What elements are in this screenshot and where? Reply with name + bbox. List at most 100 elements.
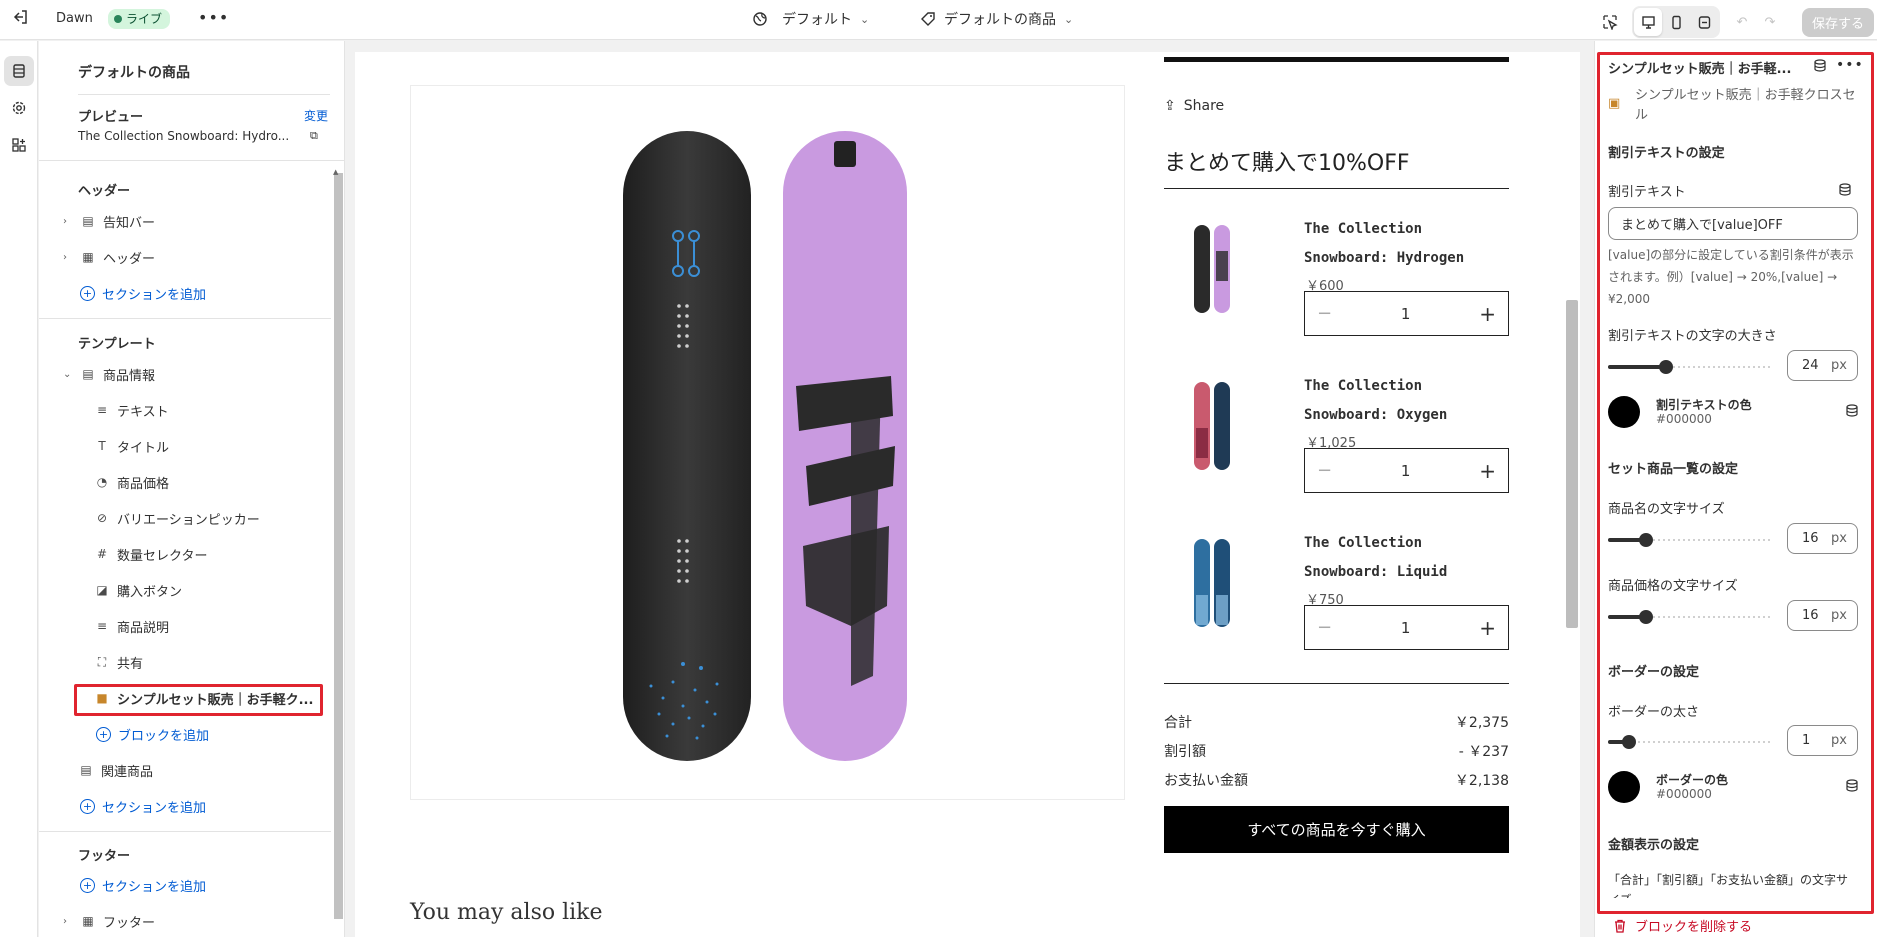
border-width-slider[interactable] (1608, 735, 1773, 749)
redo-icon[interactable]: ↷ (1756, 8, 1784, 36)
minus-icon[interactable]: − (1317, 460, 1332, 481)
summary-discount-row: 割引額 - ￥237 (1164, 741, 1509, 761)
minus-icon[interactable]: − (1317, 617, 1332, 638)
name-size-input[interactable]: 16 px (1787, 523, 1858, 554)
section-announcement-bar[interactable]: › ▤ 告知バー (63, 210, 155, 232)
buy-all-button[interactable]: すべての商品を今すぐ購入 (1164, 806, 1509, 853)
slider-handle[interactable] (1638, 610, 1653, 624)
add-section-footer[interactable]: + セクションを追加 (80, 874, 206, 896)
price-size-input[interactable]: 16 px (1787, 600, 1858, 631)
number-value[interactable]: 16 (1802, 608, 1819, 623)
block-description[interactable]: ≡ 商品説明 (94, 615, 169, 637)
color-swatch[interactable] (1608, 771, 1640, 803)
more-options-icon[interactable]: ••• (1836, 57, 1864, 73)
block-quantity-selector[interactable]: # 数量セレクター (94, 543, 208, 565)
block-variant-picker[interactable]: ⊘ バリエーションピッカー (94, 507, 260, 529)
preview-scrollbar[interactable] (1566, 300, 1578, 628)
share-frame-icon: ⛶ (97, 654, 107, 669)
discount-size-slider[interactable] (1608, 360, 1773, 374)
delete-block-label: ブロックを削除する (1635, 920, 1753, 935)
block-text[interactable]: ≡ テキスト (94, 399, 169, 421)
product-name[interactable]: The Collection Snowboard: Oxygen (1304, 372, 1514, 430)
gear-icon[interactable] (4, 93, 34, 123)
product-image[interactable] (410, 85, 1125, 800)
section-related-products[interactable]: ▤ 関連商品 (78, 759, 153, 781)
external-link-icon[interactable]: ⧉ (310, 129, 318, 143)
section-label: フッター (103, 915, 156, 931)
plus-icon[interactable]: + (1479, 616, 1496, 640)
chevron-down-icon: ⌄ (860, 12, 870, 26)
database-icon[interactable] (1814, 59, 1826, 76)
slider-handle[interactable] (1658, 360, 1673, 374)
quantity-value[interactable]: 1 (1401, 619, 1411, 637)
variant-icon: ⊘ (96, 511, 108, 525)
block-simple-set[interactable]: ■ シンプルセット販売｜お手軽ク... (94, 687, 313, 709)
discount-color-picker[interactable]: 割引テキストの色 #000000 (1608, 396, 1858, 430)
apps-icon[interactable] (4, 130, 34, 160)
add-block[interactable]: + ブロックを追加 (96, 723, 209, 745)
settings-subtitle: シンプルセット販売｜お手軽クロスセル (1635, 88, 1856, 123)
bundle-product-2: The Collection Snowboard: Oxygen ￥1,025 … (1164, 362, 1509, 512)
name-size-slider[interactable] (1608, 533, 1773, 547)
delete-block-button[interactable]: ブロックを削除する (1613, 916, 1752, 935)
inspector-icon[interactable] (1596, 8, 1624, 36)
exit-icon[interactable] (10, 9, 32, 31)
amount-section-heading: 金額表示の設定 (1608, 838, 1700, 853)
quantity-value[interactable]: 1 (1401, 305, 1411, 323)
fullscreen-view-icon[interactable] (1690, 8, 1718, 36)
block-title[interactable]: T タイトル (94, 435, 169, 457)
text-lines-icon: ≡ (96, 403, 108, 417)
block-label: 数量セレクター (117, 548, 208, 564)
database-icon[interactable] (1839, 183, 1851, 200)
section-footer[interactable]: › ▦ フッター (63, 910, 155, 932)
desktop-view-icon[interactable] (1634, 8, 1662, 36)
template-selector[interactable]: デフォルトの商品 ⌄ (920, 9, 1073, 29)
more-options-icon[interactable]: ••• (198, 8, 229, 27)
add-section-header[interactable]: + セクションを追加 (80, 282, 206, 304)
border-width-input[interactable]: 1 px (1787, 725, 1858, 756)
number-value[interactable]: 16 (1802, 531, 1819, 546)
scroll-up-icon[interactable]: ▲ (333, 168, 338, 176)
change-link[interactable]: 変更 (304, 107, 328, 124)
plus-circle-icon: + (80, 798, 95, 814)
color-swatch[interactable] (1608, 396, 1640, 428)
block-price[interactable]: ◔ 商品価格 (94, 471, 169, 493)
section-product-info[interactable]: ⌄ ▤ 商品情報 (63, 363, 155, 385)
quantity-value[interactable]: 1 (1401, 462, 1411, 480)
product-thumbnail (1194, 382, 1230, 470)
summary-divider (1164, 683, 1509, 684)
block-buy-button[interactable]: ◪ 購入ボタン (94, 579, 182, 601)
undo-icon[interactable]: ↶ (1728, 8, 1756, 36)
share-button[interactable]: ⇪ Share (1164, 98, 1224, 114)
border-section-heading: ボーダーの設定 (1608, 665, 1700, 680)
price-size-slider[interactable] (1608, 610, 1773, 624)
discount-text-input[interactable]: まとめて購入で[value]OFF (1608, 207, 1858, 240)
minus-icon[interactable]: − (1317, 303, 1332, 324)
plus-icon[interactable]: + (1479, 459, 1496, 483)
section-header[interactable]: › ▦ ヘッダー (63, 246, 155, 268)
product-name[interactable]: The Collection Snowboard: Hydrogen (1304, 215, 1514, 273)
price-size-label: 商品価格の文字サイズ (1608, 579, 1738, 594)
save-button[interactable]: 保存する (1802, 7, 1875, 37)
sections-icon[interactable] (4, 56, 34, 86)
block-share[interactable]: ⛶ 共有 (94, 651, 143, 673)
border-color-picker[interactable]: ボーダーの色 #000000 (1608, 771, 1858, 805)
left-panel-scrollbar[interactable] (334, 173, 343, 919)
discount-help-text: [value]の部分に設定している割引条件が表示されます。例）[value] →… (1608, 248, 1854, 306)
number-value[interactable]: 1 (1802, 733, 1810, 748)
preset-selector[interactable]: デフォルト ⌄ (752, 9, 869, 29)
discount-size-input[interactable]: 24 px (1787, 350, 1858, 381)
database-icon[interactable] (1846, 779, 1858, 796)
add-section-template[interactable]: + セクションを追加 (80, 795, 206, 817)
preview-label: プレビュー (78, 110, 144, 125)
unit-label: px (1831, 358, 1847, 373)
discount-section-heading: 割引テキストの設定 (1608, 146, 1725, 161)
plus-icon[interactable]: + (1479, 302, 1496, 326)
bundle-product-1: The Collection Snowboard: Hydrogen ￥600 … (1164, 205, 1509, 355)
product-name[interactable]: The Collection Snowboard: Liquid (1304, 529, 1514, 587)
mobile-view-icon[interactable] (1662, 8, 1690, 36)
slider-handle[interactable] (1622, 735, 1637, 749)
slider-handle[interactable] (1638, 533, 1653, 547)
database-icon[interactable] (1846, 404, 1858, 421)
number-value[interactable]: 24 (1802, 358, 1819, 373)
